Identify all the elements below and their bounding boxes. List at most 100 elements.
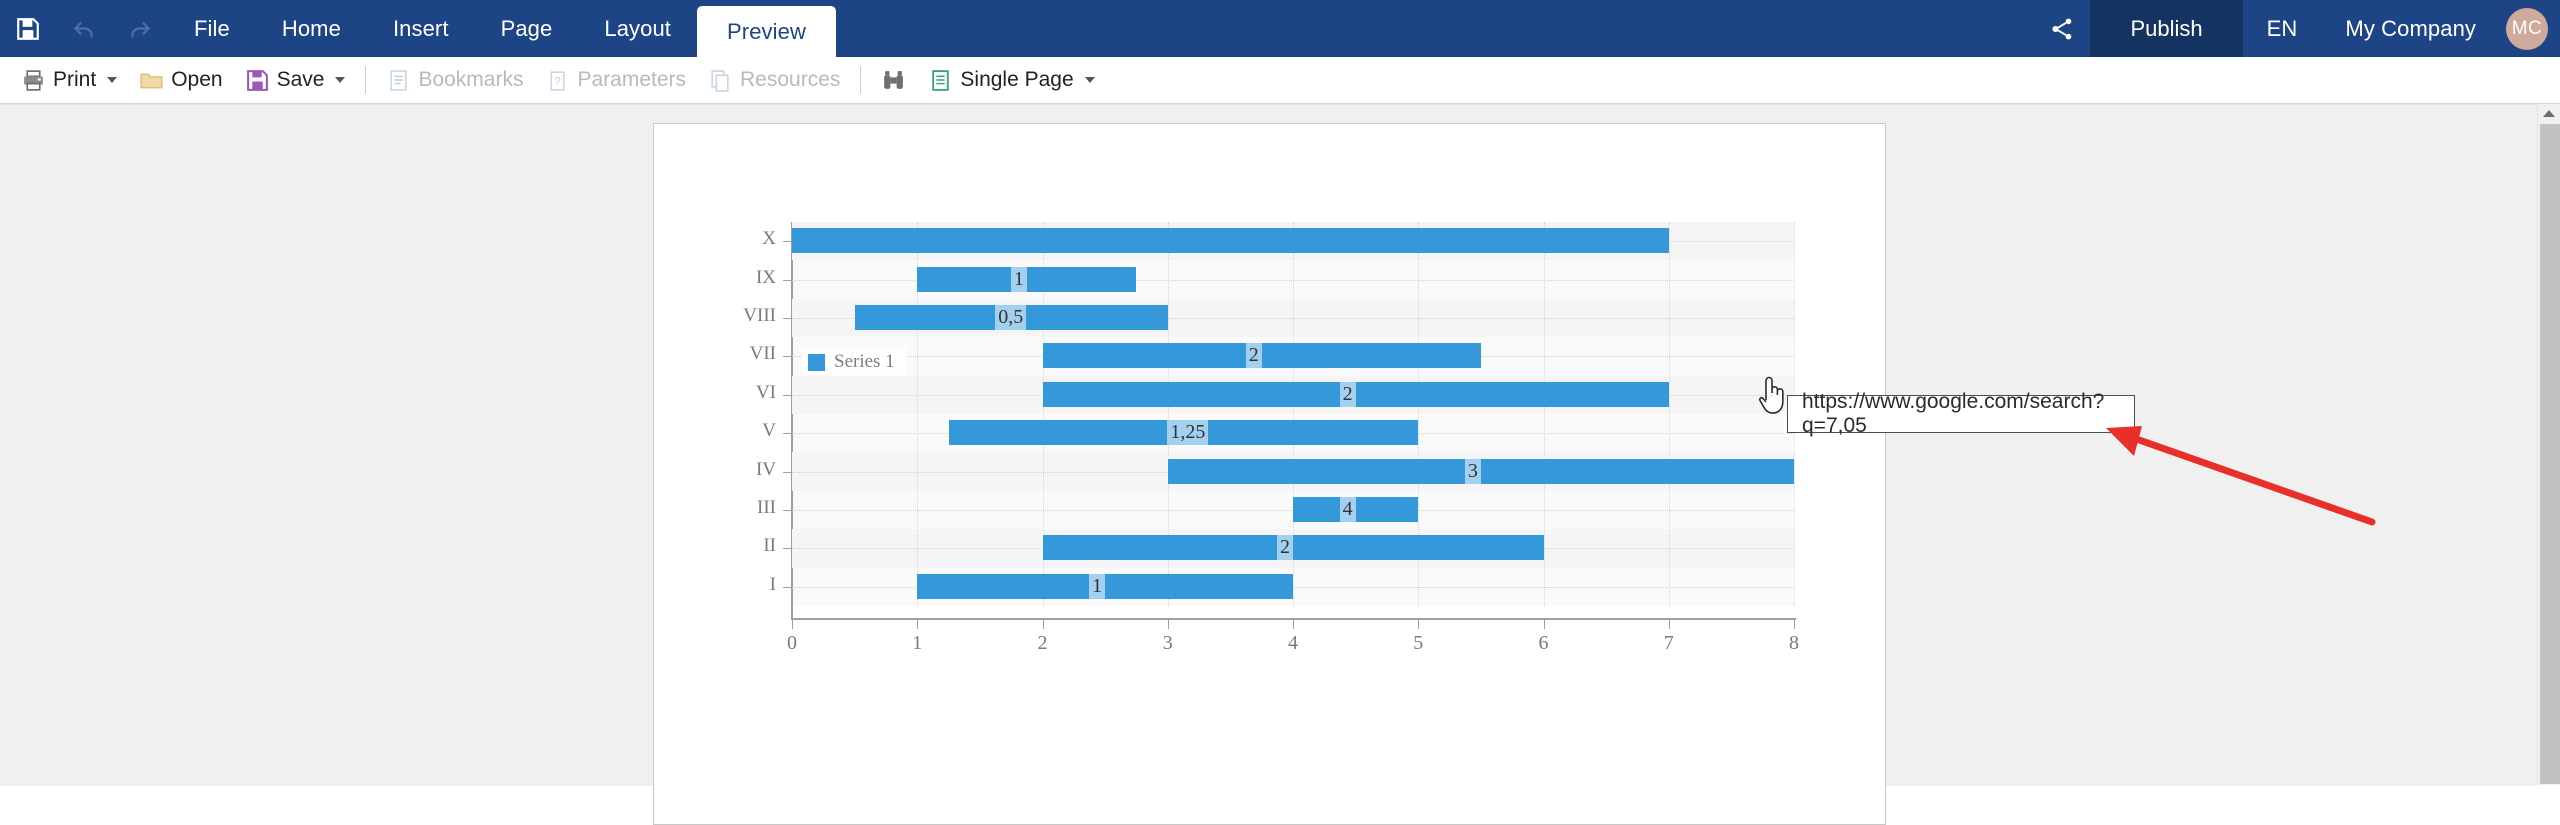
toolbar-bookmarks-button: Bookmarks: [375, 61, 534, 99]
x-axis-tick-label: 1: [912, 632, 923, 654]
x-axis-tick: [1293, 620, 1294, 629]
chart-bar-value-label: 2: [1245, 343, 1262, 369]
preview-workspace: X IX VIII VII VI V IV III II I 1 0,5 2 2 1,25 3 4 2 1 012…: [0, 104, 2537, 825]
chart-bar[interactable]: [917, 266, 1137, 292]
preview-toolbar: Print Open Save Bookmarks ? Parameters R…: [0, 57, 2560, 104]
chevron-down-icon[interactable]: [1084, 77, 1095, 83]
scrollbar-thumb[interactable]: [2540, 124, 2560, 784]
y-axis-tick: [783, 241, 792, 243]
save-icon: [17, 17, 39, 40]
tooltip-text: https://www.google.com/search?q=7,05: [1802, 390, 2105, 437]
scroll-up-button[interactable]: [2538, 104, 2560, 122]
chart-bar-value-label: 1: [1010, 266, 1027, 292]
y-axis-tick-label: II: [763, 535, 776, 557]
redo-icon: [131, 21, 150, 38]
bookmarks-icon: [390, 69, 408, 91]
toolbar-save-button[interactable]: Save: [234, 61, 357, 99]
x-axis-tick: [792, 620, 793, 629]
undo-icon: [74, 21, 93, 38]
chart-bar-value-label: 4: [1339, 497, 1356, 522]
chevron-down-icon[interactable]: [107, 77, 118, 83]
toolbar-item-label: Open: [171, 68, 223, 91]
toolbar-divider: [365, 66, 367, 94]
top-navigation-bar: File Home Insert Page Layout Preview Pub…: [0, 0, 2560, 57]
language-label: EN: [2266, 15, 2298, 41]
y-axis-tick-label: X: [762, 228, 776, 250]
top-nav-right-group: Publish EN My Company MC: [2034, 0, 2560, 57]
toolbar-search-button[interactable]: [870, 61, 917, 99]
x-axis-tick-label: 0: [787, 632, 797, 654]
chart-bar-value-label: 0,5: [995, 305, 1027, 330]
share-button[interactable]: [2034, 0, 2090, 57]
nav-tab-label: Page: [500, 15, 553, 41]
horizontal-bar-chart: X IX VIII VII VI V IV III II I 1 0,5 2 2 1,25 3 4 2 1 012…: [654, 124, 2376, 824]
y-axis-tick-label: VII: [749, 343, 776, 365]
folder-icon: [140, 73, 163, 88]
nav-tab-label: File: [194, 15, 230, 41]
chart-bar[interactable]: [1042, 381, 1669, 407]
chart-bar-value-label: 2: [1277, 535, 1293, 561]
y-axis-tick-label: I: [769, 573, 776, 595]
nav-tab-layout[interactable]: Layout: [578, 0, 697, 57]
x-axis-tick-label: 8: [1789, 632, 1799, 654]
y-axis-tick: [783, 548, 792, 550]
language-selector[interactable]: EN: [2243, 0, 2322, 57]
nav-tab-insert[interactable]: Insert: [367, 0, 475, 57]
chart-bar[interactable]: [917, 573, 1293, 599]
toolbar-item-label: Print: [53, 68, 97, 91]
chart-bar-value-label: 3: [1464, 458, 1481, 484]
save-icon-button[interactable]: [0, 0, 56, 57]
y-axis-tick: [783, 318, 792, 319]
x-axis-tick-label: 7: [1663, 632, 1674, 654]
y-axis-tick-label: III: [757, 497, 776, 518]
chart-bar[interactable]: [1042, 535, 1544, 561]
chart-bar-value-label: 1,25: [1167, 420, 1209, 446]
chart-bar[interactable]: [1167, 458, 1794, 484]
printer-icon: [24, 69, 43, 91]
chart-bar-value-label: 2: [1339, 381, 1356, 407]
chevron-down-icon[interactable]: [335, 77, 346, 83]
x-axis-tick: [1042, 620, 1044, 629]
y-axis-tick-label: V: [762, 420, 776, 442]
avatar-initials: MC: [2511, 17, 2543, 39]
legend-label-series-1: Series 1: [834, 351, 895, 372]
undo-button[interactable]: [56, 0, 112, 57]
toolbar-item-label: Single Page: [960, 68, 1074, 91]
redo-button[interactable]: [112, 0, 168, 57]
svg-text:?: ?: [555, 75, 561, 87]
x-axis-tick-label: 3: [1162, 632, 1173, 654]
nav-tab-label: Layout: [604, 15, 672, 41]
toolbar-print-button[interactable]: Print: [10, 61, 128, 99]
toolbar-item-label: Save: [276, 68, 325, 91]
nav-tab-home[interactable]: Home: [256, 0, 367, 57]
toolbar-single-page-button[interactable]: Single Page: [917, 61, 1105, 99]
y-axis-tick: [783, 471, 792, 473]
chart-bar[interactable]: [1293, 497, 1419, 522]
publish-label: Publish: [2130, 15, 2203, 41]
y-axis-tick: [783, 279, 792, 281]
toolbar-resources-button: Resources: [697, 61, 851, 99]
chart-bar[interactable]: [792, 228, 1669, 254]
publish-button[interactable]: Publish: [2090, 0, 2243, 57]
toolbar-item-label: Resources: [740, 68, 841, 91]
toolbar-open-button[interactable]: Open: [128, 61, 233, 99]
scroll-up-arrow-icon: [2543, 109, 2555, 117]
y-axis-tick: [783, 394, 792, 396]
binoculars-icon: [884, 70, 904, 89]
vertical-scrollbar[interactable]: [2537, 104, 2560, 785]
y-axis-tick-label: VIII: [743, 305, 776, 326]
red-arrow-annotation: [2106, 426, 2376, 526]
y-axis-tick-label: VI: [755, 381, 776, 403]
y-axis-tick-label: IX: [755, 266, 776, 288]
chart-bar[interactable]: [1042, 343, 1481, 369]
x-axis-tick-label: 5: [1413, 632, 1424, 654]
avatar[interactable]: MC: [2506, 7, 2548, 50]
company-menu[interactable]: My Company: [2321, 0, 2500, 57]
toolbar-divider: [860, 66, 862, 94]
nav-tab-file[interactable]: File: [168, 0, 256, 57]
nav-tab-page[interactable]: Page: [475, 0, 579, 57]
document-page: X IX VIII VII VI V IV III II I 1 0,5 2 2 1,25 3 4 2 1 012…: [653, 123, 2376, 825]
legend-swatch-series-1: [808, 353, 825, 371]
page-view-icon: [932, 69, 950, 91]
nav-tab-preview[interactable]: Preview: [697, 6, 836, 57]
